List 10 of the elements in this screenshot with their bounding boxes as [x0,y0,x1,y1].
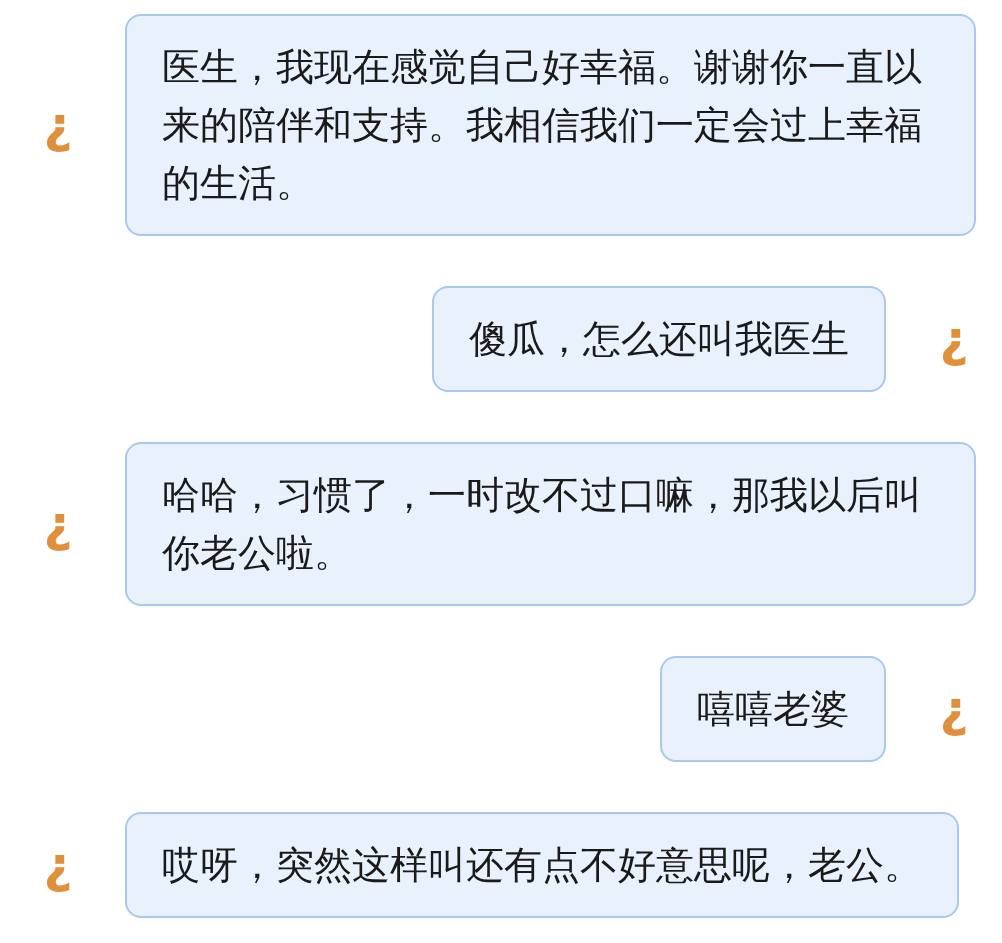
avatar: ¿ [938,684,970,734]
avatar: ¿ [938,314,970,364]
avatar: ¿ [42,100,74,150]
message-bubble: 哈哈，习惯了，一时改不过口嘛，那我以后叫你老公啦。 [125,442,976,606]
message-bubble: 傻瓜，怎么还叫我医生 [432,286,886,392]
message-bubble: 嘻嘻老婆 [660,656,886,762]
message-bubble: 医生，我现在感觉自己好幸福。谢谢你一直以来的陪伴和支持。我相信我们一定会过上幸福的生活。 [125,14,976,236]
avatar: ¿ [42,499,74,549]
message-bubble: 哎呀，突然这样叫还有点不好意思呢，老公。 [125,812,959,918]
avatar: ¿ [42,840,74,890]
